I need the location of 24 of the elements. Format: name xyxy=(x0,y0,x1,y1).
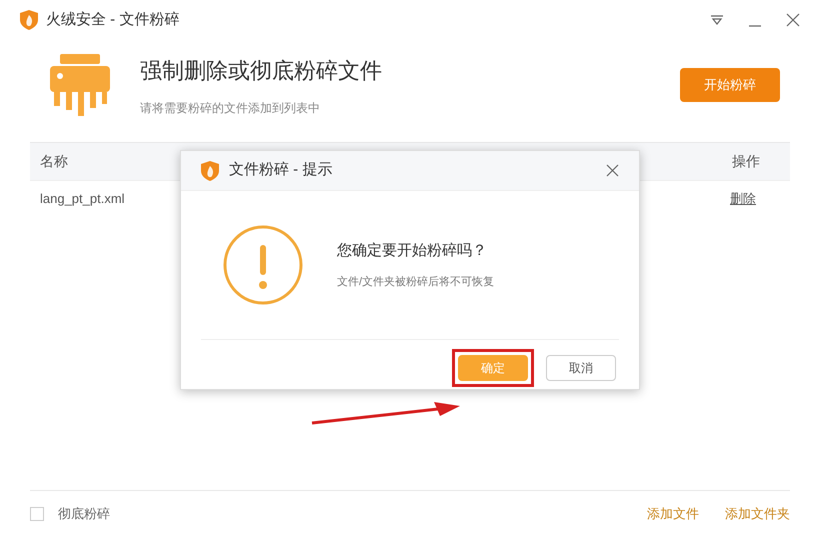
shredder-icon xyxy=(50,54,110,116)
dialog-question: 您确定要开始粉碎吗？ xyxy=(337,240,488,260)
add-link[interactable]: 添加文件 xyxy=(647,504,699,524)
dropdown-icon[interactable] xyxy=(710,14,724,26)
page-subtitle: 请将需要粉碎的文件添加到列表中 xyxy=(140,100,321,116)
column-header: 名称 xyxy=(40,152,68,171)
shield-flame-icon xyxy=(20,10,38,30)
confirm-button[interactable]: 确定 xyxy=(458,355,528,381)
close-icon[interactable] xyxy=(786,13,800,27)
checkbox-label: 彻底粉碎 xyxy=(58,505,110,523)
delete-link[interactable]: 删除 xyxy=(730,188,756,208)
column-header: 操作 xyxy=(732,152,760,171)
file-name-cell-text: lang_pt_pt.xml xyxy=(40,190,125,208)
warning-icon xyxy=(223,225,303,305)
shield-flame-icon xyxy=(201,160,219,180)
page-heading: 强制删除或彻底粉碎文件 xyxy=(140,56,382,84)
checkbox[interactable] xyxy=(30,506,44,521)
window-title: 火绒安全 - 文件粉碎 xyxy=(46,10,180,30)
start-shred-button[interactable]: 开始粉碎 xyxy=(680,68,780,102)
dialog-note: 文件/文件夹被粉碎后将不可恢复 xyxy=(337,274,494,290)
close-icon[interactable] xyxy=(606,164,619,177)
dialog-title: 文件粉碎 - 提示 xyxy=(229,160,332,180)
cancel-button[interactable]: 取消 xyxy=(546,355,616,381)
add-link[interactable]: 添加文件夹 xyxy=(725,504,790,524)
